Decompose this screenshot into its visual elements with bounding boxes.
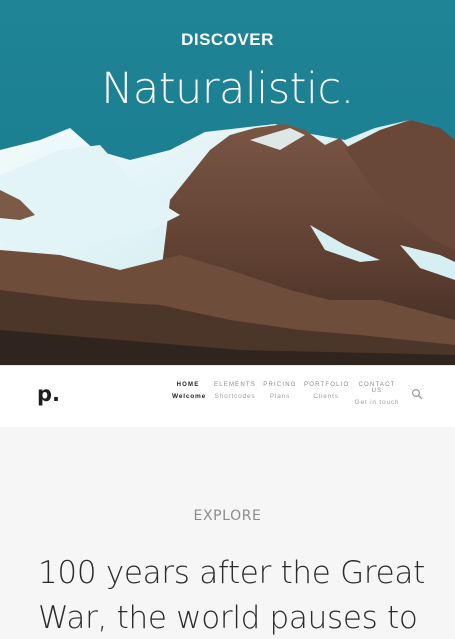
section-kicker: EXPLORE xyxy=(193,508,262,524)
nav-item-home[interactable]: HOME Welcome xyxy=(172,382,207,400)
nav-item-sublabel: Welcome xyxy=(172,393,207,400)
navbar: p. HOME Welcome ELEMENTS Shortcodes PRIC… xyxy=(0,365,455,427)
main-content: EXPLORE 100 years after the Great War, t… xyxy=(0,427,455,639)
hero-banner: DISCOVER Naturalistic. xyxy=(0,0,455,365)
nav-item-pricing[interactable]: PRICING Plans xyxy=(262,382,298,400)
nav-item-label: CONTACT US xyxy=(358,382,396,394)
nav-item-portfolio[interactable]: PORTFOLIO Clients xyxy=(304,382,348,400)
search-icon xyxy=(411,388,423,400)
nav-item-sublabel: Clients xyxy=(313,393,339,400)
nav-item-sublabel: Plans xyxy=(269,393,291,400)
search-button[interactable] xyxy=(411,385,423,400)
hero-kicker: DISCOVER xyxy=(181,30,274,49)
nav-item-label: PORTFOLIO xyxy=(304,382,350,388)
nav-item-sublabel: Shortcodes xyxy=(214,393,256,400)
mountain-landscape-image xyxy=(0,120,455,365)
nav-item-contact-us[interactable]: CONTACT US Get in touch xyxy=(353,382,401,406)
hero-title: Naturalistic. xyxy=(101,64,354,114)
nav-item-label: HOME xyxy=(176,382,200,388)
nav-item-label: PRICING xyxy=(263,382,297,388)
nav-item-sublabel: Get in touch xyxy=(354,399,400,406)
site-logo[interactable]: p. xyxy=(37,382,60,406)
nav-item-label: ELEMENTS xyxy=(214,382,256,388)
nav-item-elements[interactable]: ELEMENTS Shortcodes xyxy=(214,382,256,400)
article-headline[interactable]: 100 years after the Great War, the world… xyxy=(38,551,438,639)
